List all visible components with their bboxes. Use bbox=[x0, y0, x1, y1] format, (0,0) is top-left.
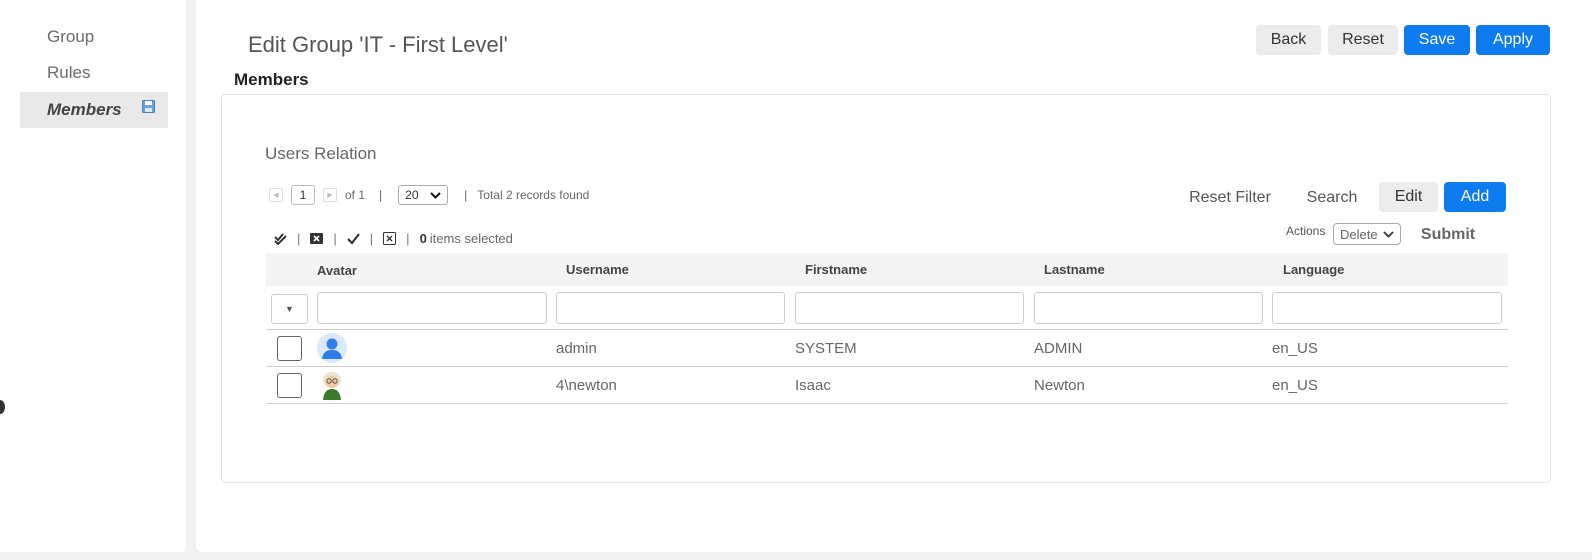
cell-language: en_US bbox=[1272, 340, 1318, 357]
sidebar-item-label: Rules bbox=[47, 63, 91, 82]
selected-count: 0 bbox=[419, 230, 427, 246]
add-button[interactable]: Add bbox=[1444, 182, 1506, 212]
actions-label: Actions bbox=[1286, 224, 1326, 238]
cell-firstname: Isaac bbox=[795, 377, 831, 394]
reset-button[interactable]: Reset bbox=[1328, 25, 1398, 55]
page-number-input[interactable]: 1 bbox=[291, 185, 315, 205]
filter-lastname-input[interactable] bbox=[1034, 292, 1263, 324]
total-records-label: Total 2 records found bbox=[477, 188, 590, 202]
sidebar-item-label: Members bbox=[47, 100, 122, 119]
filter-avatar-input[interactable] bbox=[317, 292, 547, 324]
cell-lastname: ADMIN bbox=[1034, 340, 1083, 357]
section-title: Members bbox=[234, 70, 309, 89]
main-panel: Edit Group 'IT - First Level' Members Ba… bbox=[196, 0, 1592, 552]
reset-filter-button[interactable]: Reset Filter bbox=[1180, 183, 1280, 213]
cell-username: 4\newton bbox=[556, 377, 617, 394]
page-size-select[interactable]: 20 bbox=[398, 185, 449, 205]
sidebar-item-label: Group bbox=[47, 27, 95, 46]
submit-button[interactable]: Submit bbox=[1412, 222, 1484, 248]
page-size-value: 20 bbox=[405, 188, 419, 202]
actions-select[interactable]: Delete bbox=[1333, 223, 1401, 245]
chevron-down-icon bbox=[1383, 230, 1394, 238]
next-page-icon[interactable]: ▶ bbox=[323, 188, 337, 202]
users-relation-title: Users Relation bbox=[265, 144, 377, 163]
back-button[interactable]: Back bbox=[1256, 25, 1321, 55]
filter-firstname-input[interactable] bbox=[795, 292, 1024, 324]
actions-selected-value: Delete bbox=[1340, 226, 1378, 242]
page-title: Edit Group 'IT - First Level' bbox=[248, 32, 508, 57]
cell-firstname: SYSTEM bbox=[795, 340, 857, 357]
search-button[interactable]: Search bbox=[1300, 183, 1364, 213]
column-header-lastname[interactable]: Lastname bbox=[1044, 262, 1105, 277]
sidebar-item-rules[interactable]: Rules bbox=[20, 55, 168, 91]
deselect-all-icon[interactable] bbox=[310, 232, 324, 245]
row-checkbox[interactable] bbox=[277, 336, 302, 361]
sidebar: Group Rules Members bbox=[0, 0, 186, 552]
filter-dropdown[interactable]: ▼ bbox=[271, 294, 308, 324]
save-button[interactable]: Save bbox=[1404, 25, 1470, 55]
default-user-avatar-icon bbox=[317, 333, 347, 363]
floppy-disk-icon bbox=[142, 100, 155, 113]
members-table: Avatar Username Firstname Lastname Langu… bbox=[266, 253, 1508, 404]
pager-separator: | bbox=[464, 188, 468, 202]
table-row[interactable]: 4\newton Isaac Newton en_US bbox=[266, 367, 1508, 404]
selection-bar: | | | | 0 items selected bbox=[274, 229, 513, 247]
row-checkbox[interactable] bbox=[277, 373, 302, 398]
checkmark-icon[interactable] bbox=[347, 232, 360, 245]
cell-username: admin bbox=[556, 340, 597, 357]
cell-lastname: Newton bbox=[1034, 377, 1085, 394]
prev-page-icon[interactable]: ◀ bbox=[269, 188, 283, 202]
table-row[interactable]: admin SYSTEM ADMIN en_US bbox=[266, 330, 1508, 367]
filter-row: ▼ bbox=[266, 286, 1508, 330]
cell-language: en_US bbox=[1272, 377, 1318, 394]
edit-button[interactable]: Edit bbox=[1379, 182, 1438, 212]
table-header: Avatar Username Firstname Lastname Langu… bbox=[266, 253, 1508, 286]
pager: ◀ 1 ▶ of 1 | 20 | Total 2 records found bbox=[269, 185, 589, 205]
column-header-firstname[interactable]: Firstname bbox=[805, 262, 867, 277]
newton-avatar-icon bbox=[323, 372, 341, 400]
apply-button[interactable]: Apply bbox=[1476, 25, 1550, 55]
column-header-language[interactable]: Language bbox=[1283, 262, 1344, 277]
column-header-username[interactable]: Username bbox=[566, 262, 629, 277]
chevron-down-icon bbox=[430, 191, 441, 199]
selected-label: items selected bbox=[429, 230, 513, 246]
pager-separator: | bbox=[379, 188, 383, 202]
column-header-avatar[interactable]: Avatar bbox=[317, 263, 357, 278]
sidebar-item-members[interactable]: Members bbox=[20, 92, 168, 128]
filter-language-input[interactable] bbox=[1272, 292, 1502, 324]
filter-username-input[interactable] bbox=[556, 292, 785, 324]
users-relation-card: Users Relation ◀ 1 ▶ of 1 | 20 | Total 2… bbox=[221, 94, 1551, 483]
select-all-icon[interactable] bbox=[274, 232, 287, 245]
page-of-label: of 1 bbox=[345, 188, 366, 202]
sidebar-item-group[interactable]: Group bbox=[20, 19, 168, 55]
close-box-icon[interactable] bbox=[383, 231, 397, 245]
